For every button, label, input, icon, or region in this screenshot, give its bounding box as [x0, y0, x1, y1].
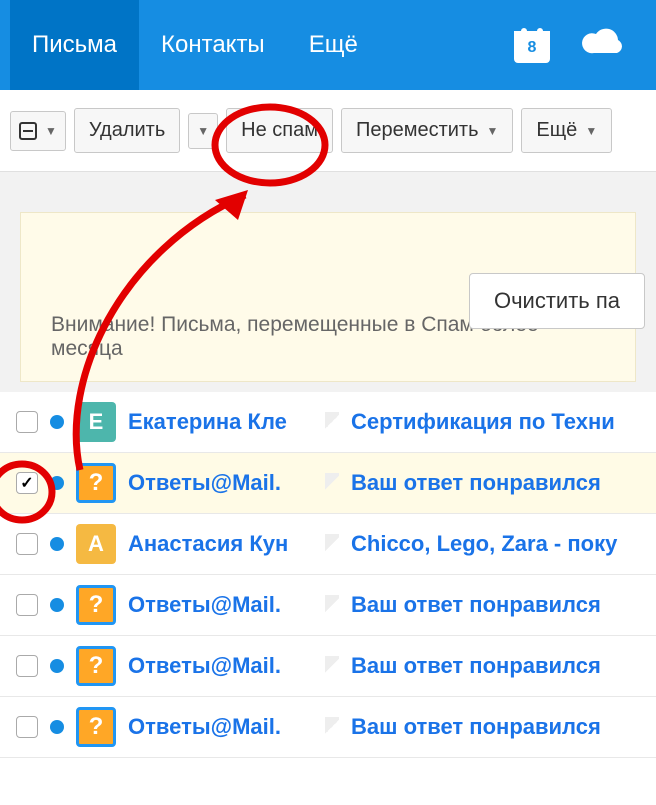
bookmark-icon[interactable] — [325, 473, 339, 493]
delete-label: Удалить — [89, 119, 165, 142]
subject-text: Chicco, Lego, Zara - поку — [351, 531, 640, 557]
sender-name: Ответы@Mail. — [128, 470, 313, 496]
not-spam-label: Не спам — [241, 119, 318, 142]
mail-row[interactable]: Е Екатерина Кле Сертификация по Техни — [0, 392, 656, 453]
row-checkbox[interactable] — [16, 655, 38, 677]
not-spam-button[interactable]: Не спам — [226, 108, 333, 153]
calendar-day: 8 — [512, 39, 552, 57]
subject-text: Ваш ответ понравился — [351, 653, 640, 679]
nav-tab-mail[interactable]: Письма — [10, 0, 139, 90]
sender-name: Ответы@Mail. — [128, 714, 313, 740]
toolbar-more-button[interactable]: Ещё ▼ — [521, 108, 612, 153]
cloud-icon[interactable] — [582, 25, 626, 65]
select-all-toggle[interactable]: ▼ — [10, 111, 66, 151]
delete-dropdown[interactable]: ▼ — [188, 113, 218, 149]
nav-tab-contacts[interactable]: Контакты — [139, 0, 287, 90]
bookmark-icon[interactable] — [325, 717, 339, 737]
subject-text: Сертификация по Техни — [351, 409, 640, 435]
bookmark-icon[interactable] — [325, 656, 339, 676]
mail-list: Е Екатерина Кле Сертификация по Техни Ответ… — [0, 392, 656, 758]
mail-row[interactable]: Ответы@Mail. Ваш ответ понравился — [0, 636, 656, 697]
avatar — [76, 707, 116, 747]
toolbar: ▼ Удалить ▼ Не спам Переместить ▼ Ещё ▼ — [0, 90, 656, 172]
top-nav: Письма Контакты Ещё 8 — [0, 0, 656, 90]
avatar — [76, 585, 116, 625]
row-checkbox[interactable] — [16, 716, 38, 738]
mail-row[interactable]: Ответы@Mail. Ваш ответ понравился — [0, 575, 656, 636]
clear-folder-button[interactable]: Очистить па — [469, 273, 645, 329]
chevron-down-icon: ▼ — [45, 124, 57, 138]
bookmark-icon[interactable] — [325, 412, 339, 432]
bookmark-icon[interactable] — [325, 595, 339, 615]
unread-dot-icon — [50, 537, 64, 551]
mail-row[interactable]: А Анастасия Кун Chicco, Lego, Zara - поку — [0, 514, 656, 575]
row-checkbox[interactable] — [16, 533, 38, 555]
sender-name: Екатерина Кле — [128, 409, 313, 435]
bookmark-icon[interactable] — [325, 534, 339, 554]
chevron-down-icon: ▼ — [585, 124, 597, 138]
unread-dot-icon — [50, 598, 64, 612]
unread-dot-icon — [50, 476, 64, 490]
banner-section: Очистить па Внимание! Письма, перемещенн… — [0, 172, 656, 392]
nav-icons: 8 — [512, 25, 646, 65]
sender-name: Анастасия Кун — [128, 531, 313, 557]
spam-banner: Очистить па Внимание! Письма, перемещенн… — [20, 212, 636, 382]
mail-row[interactable]: Ответы@Mail. Ваш ответ понравился — [0, 453, 656, 514]
avatar — [76, 463, 116, 503]
nav-tab-more[interactable]: Ещё — [287, 0, 380, 90]
sender-name: Ответы@Mail. — [128, 653, 313, 679]
move-button[interactable]: Переместить ▼ — [341, 108, 513, 153]
unread-dot-icon — [50, 659, 64, 673]
indeterminate-checkbox-icon — [19, 122, 37, 140]
sender-name: Ответы@Mail. — [128, 592, 313, 618]
avatar — [76, 646, 116, 686]
subject-text: Ваш ответ понравился — [351, 592, 640, 618]
unread-dot-icon — [50, 720, 64, 734]
chevron-down-icon: ▼ — [197, 124, 209, 138]
subject-text: Ваш ответ понравился — [351, 470, 640, 496]
move-label: Переместить — [356, 119, 479, 142]
chevron-down-icon: ▼ — [487, 124, 499, 138]
unread-dot-icon — [50, 415, 64, 429]
row-checkbox[interactable] — [16, 472, 38, 494]
calendar-icon[interactable]: 8 — [512, 25, 552, 65]
toolbar-more-label: Ещё — [536, 119, 577, 142]
row-checkbox[interactable] — [16, 411, 38, 433]
delete-button[interactable]: Удалить — [74, 108, 180, 153]
avatar: Е — [76, 402, 116, 442]
subject-text: Ваш ответ понравился — [351, 714, 640, 740]
row-checkbox[interactable] — [16, 594, 38, 616]
avatar: А — [76, 524, 116, 564]
mail-row[interactable]: Ответы@Mail. Ваш ответ понравился — [0, 697, 656, 758]
